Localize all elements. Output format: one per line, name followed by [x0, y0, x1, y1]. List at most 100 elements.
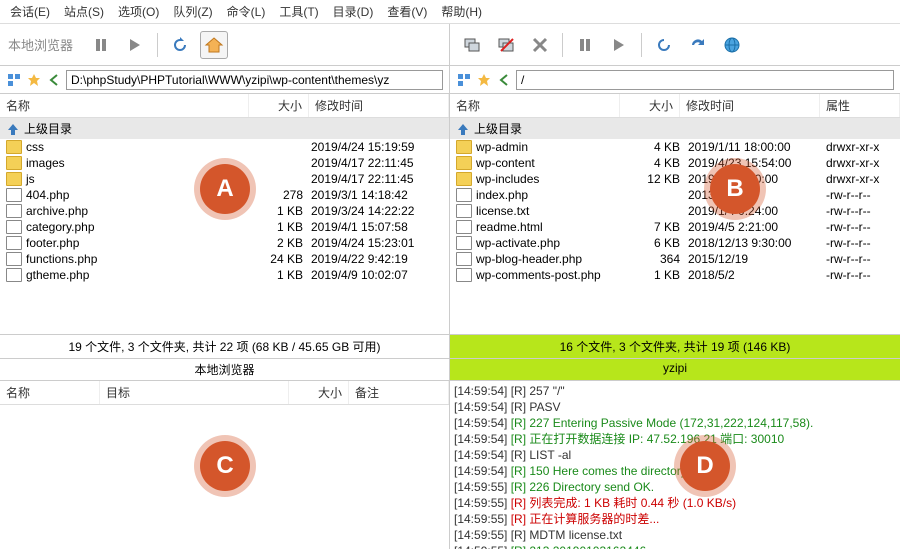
queue-pane: 名称 目标 大小 备注 C	[0, 381, 450, 549]
connect-icon[interactable]	[458, 31, 486, 59]
marker-d: D	[680, 441, 730, 491]
play-icon[interactable]	[605, 31, 633, 59]
refresh-icon[interactable]	[166, 31, 194, 59]
file-row[interactable]: gtheme.php1 KB2019/4/9 10:02:07	[0, 267, 449, 283]
file-row[interactable]: footer.php2 KB2019/4/24 15:23:01	[0, 235, 449, 251]
marker-c: C	[200, 441, 250, 491]
file-row[interactable]: css2019/4/24 15:19:59	[0, 139, 449, 155]
col-size[interactable]: 大小	[289, 381, 349, 404]
col-name[interactable]: 名称	[0, 381, 100, 404]
menu-item[interactable]: 选项(O)	[118, 3, 159, 20]
path-bar-row	[0, 66, 900, 94]
file-date: 2015/12/19	[680, 252, 820, 266]
file-size: 4 KB	[626, 140, 680, 154]
local-status: 19 个文件, 3 个文件夹, 共计 22 项 (68 KB / 45.65 G…	[0, 334, 450, 359]
file-row[interactable]: wp-includes12 KB2019/4/8 9:40:00drwxr-xr…	[450, 171, 900, 187]
folder-icon	[456, 172, 472, 186]
file-row[interactable]: readme.html7 KB2019/4/5 2:21:00-rw-r--r-…	[450, 219, 900, 235]
file-row[interactable]: wp-activate.php6 KB2018/12/13 9:30:00-rw…	[450, 235, 900, 251]
menu-item[interactable]: 命令(L)	[227, 3, 266, 20]
star-icon[interactable]	[26, 72, 42, 88]
menu-item[interactable]: 工具(T)	[279, 3, 318, 20]
play-icon[interactable]	[121, 31, 149, 59]
file-row[interactable]: license.txt2019/1/4 0:24:00-rw-r--r--	[450, 203, 900, 219]
file-date: 2019/4/24 15:19:59	[303, 140, 443, 154]
back-icon[interactable]	[46, 72, 62, 88]
log-line: [14:59:54] [R] 257 "/"	[454, 383, 896, 399]
file-row[interactable]: wp-comments-post.php1 KB2018/5/2-rw-r--r…	[450, 267, 900, 283]
file-size: 24 KB	[249, 252, 303, 266]
col-size[interactable]: 大小	[620, 94, 680, 117]
menu-item[interactable]: 查看(V)	[387, 3, 427, 20]
file-icon	[6, 252, 22, 266]
file-icon	[456, 236, 472, 250]
file-icon	[456, 188, 472, 202]
log-line: [14:59:54] [R] 150 Here comes the direct…	[454, 463, 896, 479]
file-attr: -rw-r--r--	[820, 220, 894, 234]
file-attr: -rw-r--r--	[820, 268, 894, 282]
file-icon	[456, 268, 472, 282]
toolbar-row: 本地浏览器	[0, 24, 900, 66]
pause-icon[interactable]	[87, 31, 115, 59]
col-date[interactable]: 修改时间	[309, 94, 449, 117]
local-tab[interactable]: 本地浏览器	[0, 359, 450, 381]
file-row[interactable]: wp-blog-header.php3642015/12/19-rw-r--r-…	[450, 251, 900, 267]
menu-item[interactable]: 站点(S)	[64, 3, 104, 20]
back-icon[interactable]	[496, 72, 512, 88]
tree-icon[interactable]	[456, 72, 472, 88]
folder-icon	[6, 172, 22, 186]
file-date: 2019/4/1 15:07:58	[303, 220, 443, 234]
col-note[interactable]: 备注	[349, 381, 449, 404]
parent-dir[interactable]: 上级目录	[450, 118, 900, 139]
file-attr: drwxr-xr-x	[820, 156, 894, 170]
file-date: 2018/5/2	[680, 268, 820, 282]
pause-icon[interactable]	[571, 31, 599, 59]
file-row[interactable]: functions.php24 KB2019/4/22 9:42:19	[0, 251, 449, 267]
parent-dir[interactable]: 上级目录	[0, 118, 449, 139]
file-row[interactable]: category.php1 KB2019/4/1 15:07:58	[0, 219, 449, 235]
abort-icon[interactable]	[526, 31, 554, 59]
file-date: 2019/4/17 22:11:45	[303, 172, 443, 186]
log-pane[interactable]: D [14:59:54] [R] 257 "/"[14:59:54] [R] P…	[450, 381, 900, 549]
file-size: 278	[249, 188, 303, 202]
col-target[interactable]: 目标	[100, 381, 289, 404]
file-name: readme.html	[476, 220, 626, 234]
tree-icon[interactable]	[6, 72, 22, 88]
menu-item[interactable]: 目录(D)	[333, 3, 374, 20]
file-row[interactable]: wp-content4 KB2019/4/23 15:54:00drwxr-xr…	[450, 155, 900, 171]
folder-icon	[456, 140, 472, 154]
menu-item[interactable]: 队列(Z)	[173, 3, 212, 20]
file-name: license.txt	[476, 204, 626, 218]
globe-icon[interactable]	[718, 31, 746, 59]
local-pane: 名称 大小 修改时间 上级目录 css2019/4/24 15:19:59ima…	[0, 94, 450, 334]
remote-path-input[interactable]	[516, 70, 894, 90]
file-size: 2 KB	[249, 236, 303, 250]
disconnect-icon[interactable]	[492, 31, 520, 59]
file-icon	[456, 204, 472, 218]
remote-tab[interactable]: yzipi	[450, 359, 900, 381]
file-name: wp-activate.php	[476, 236, 626, 250]
refresh-icon[interactable]	[650, 31, 678, 59]
remote-status: 16 个文件, 3 个文件夹, 共计 19 项 (146 KB)	[450, 334, 900, 359]
menu-item[interactable]: 帮助(H)	[441, 3, 482, 20]
file-icon	[6, 268, 22, 282]
file-row[interactable]: wp-admin4 KB2019/1/11 18:00:00drwxr-xr-x	[450, 139, 900, 155]
col-attr[interactable]: 属性	[820, 94, 900, 117]
folder-icon	[6, 156, 22, 170]
col-size[interactable]: 大小	[249, 94, 309, 117]
file-size: 12 KB	[626, 172, 680, 186]
file-row[interactable]: index.php2013/9/25-rw-r--r--	[450, 187, 900, 203]
file-attr: -rw-r--r--	[820, 252, 894, 266]
menu-item[interactable]: 会话(E)	[10, 3, 50, 20]
file-date: 2019/4/17 22:11:45	[303, 156, 443, 170]
sync-icon[interactable]	[684, 31, 712, 59]
col-name[interactable]: 名称	[0, 94, 249, 117]
log-line: [14:59:54] [R] PASV	[454, 399, 896, 415]
col-date[interactable]: 修改时间	[680, 94, 820, 117]
col-name[interactable]: 名称	[450, 94, 620, 117]
home-icon[interactable]	[200, 31, 228, 59]
file-size: 6 KB	[626, 236, 680, 250]
local-path-input[interactable]	[66, 70, 443, 90]
file-icon	[6, 188, 22, 202]
star-icon[interactable]	[476, 72, 492, 88]
